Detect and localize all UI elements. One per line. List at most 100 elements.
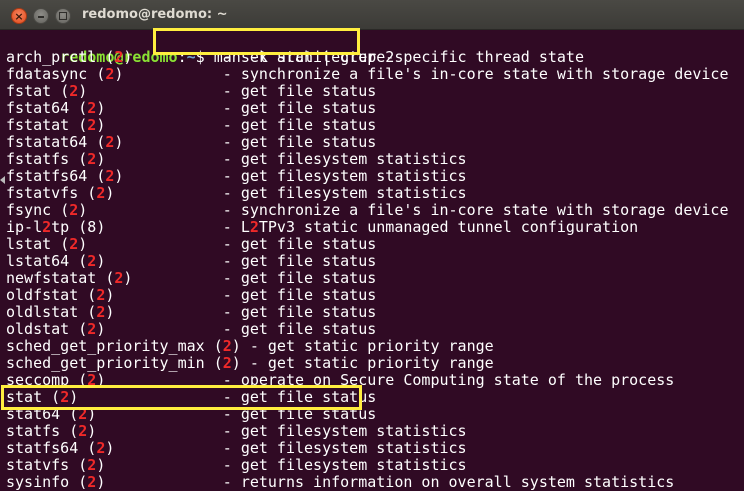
padding: - bbox=[87, 82, 241, 100]
padding: - bbox=[87, 235, 241, 253]
maximize-window-button[interactable] bbox=[55, 8, 71, 24]
manpage-description: get filesystem statistics bbox=[240, 422, 467, 440]
manpage-description: get file status bbox=[240, 320, 377, 338]
padding: - bbox=[105, 99, 241, 117]
manpage-description: get filesystem statistics bbox=[240, 439, 467, 457]
manpage-description: get static priority range bbox=[267, 354, 494, 372]
close-paren: ) bbox=[96, 99, 106, 117]
manpage-description: synchronize a file's in-core state with … bbox=[240, 201, 729, 219]
padding: - bbox=[240, 337, 268, 355]
output-line: statvfs (2) - get filesystem statistics bbox=[6, 457, 467, 474]
section-number: 2 bbox=[96, 184, 106, 202]
section-number: 2 bbox=[96, 286, 106, 304]
open-paren: ( bbox=[60, 82, 70, 100]
section-number: 2 bbox=[96, 303, 106, 321]
output-line: fstatvfs (2) - get filesystem statistics bbox=[6, 185, 467, 202]
open-paren: ( bbox=[96, 65, 106, 83]
manpage-description: get filesystem statistics bbox=[240, 167, 467, 185]
manpage-name: lstat bbox=[6, 235, 52, 253]
output-line: oldstat (2) - get file status bbox=[6, 321, 376, 338]
section-number: 2 bbox=[60, 388, 70, 406]
padding: - bbox=[240, 354, 268, 372]
manpage-name: fdatasync bbox=[6, 65, 88, 83]
manpage-description: get static priority range bbox=[267, 337, 494, 355]
manpage-description: get filesystem statistics bbox=[240, 456, 467, 474]
padding: - bbox=[105, 150, 241, 168]
scroll-marker-icon bbox=[0, 176, 5, 184]
output-line: stat (2) - get file status bbox=[6, 389, 376, 406]
manpage-name: sysinfo bbox=[6, 473, 70, 491]
output-line: fstatfs64 (2) - get filesystem statistic… bbox=[6, 168, 467, 185]
close-window-button[interactable]: × bbox=[11, 8, 27, 24]
section-number: 2 bbox=[78, 422, 88, 440]
open-paren: ( bbox=[78, 116, 88, 134]
manpage-description: get file status bbox=[240, 269, 377, 287]
manpage-name: fstatvfs bbox=[6, 184, 79, 202]
padding: - bbox=[114, 303, 241, 321]
manpage-name-part: tp bbox=[51, 218, 70, 236]
manpage-description: get file status bbox=[240, 82, 377, 100]
manpage-description: get file status bbox=[240, 116, 377, 134]
manpage-name: fstatat64 bbox=[6, 133, 88, 151]
open-paren: ( bbox=[78, 218, 88, 236]
manpage-description: get file status bbox=[240, 303, 377, 321]
manpage-name: statfs bbox=[6, 422, 61, 440]
padding: - bbox=[87, 201, 241, 219]
close-paren: ) bbox=[96, 371, 106, 389]
section-number: 2 bbox=[87, 320, 97, 338]
title-bar[interactable]: × redomo@redomo: ~ bbox=[0, 0, 744, 30]
output-line: fstatat (2) - get file status bbox=[6, 117, 376, 134]
close-paren: ) bbox=[96, 218, 106, 236]
manpage-description: operate on Secure Computing state of the… bbox=[240, 371, 675, 389]
output-line: lstat64 (2) - get file status bbox=[6, 253, 376, 270]
output-line: sched_get_priority_max (2) - get static … bbox=[6, 338, 494, 355]
manpage-name: statvfs bbox=[6, 456, 70, 474]
terminal-output[interactable]: redomo@redomo:~$ man -k stat | grep 2 ar… bbox=[0, 30, 744, 491]
manpage-name: fstatfs64 bbox=[6, 167, 88, 185]
padding: - bbox=[114, 286, 241, 304]
open-paren: ( bbox=[78, 456, 88, 474]
output-line: stat64 (2) - get file status bbox=[6, 406, 376, 423]
close-paren: ) bbox=[78, 235, 88, 253]
padding: - bbox=[123, 167, 241, 185]
padding: - bbox=[105, 116, 241, 134]
section-number: 2 bbox=[69, 235, 79, 253]
output-line: oldlstat (2) - get file status bbox=[6, 304, 376, 321]
padding: - bbox=[105, 218, 241, 236]
minimize-window-button[interactable] bbox=[33, 8, 49, 24]
manpage-name: oldfstat bbox=[6, 286, 79, 304]
section-number: 2 bbox=[87, 371, 97, 389]
open-paren: ( bbox=[96, 133, 106, 151]
close-paren: ) bbox=[78, 82, 88, 100]
open-paren: ( bbox=[87, 303, 97, 321]
manpage-description-part: L bbox=[240, 218, 250, 236]
open-paren: ( bbox=[213, 337, 223, 355]
open-paren: ( bbox=[87, 439, 97, 457]
output-line: ip-l2tp (8) - L2TPv3 static unmanaged tu… bbox=[6, 219, 638, 236]
section-number: 2 bbox=[222, 354, 232, 372]
manpage-description: synchronize a file's in-core state with … bbox=[240, 65, 729, 83]
output-line: fstatat64 (2) - get file status bbox=[6, 134, 376, 151]
section-number: 2 bbox=[78, 405, 88, 423]
padding: - bbox=[105, 456, 241, 474]
open-paren: ( bbox=[78, 99, 88, 117]
section-number: 2 bbox=[96, 439, 106, 457]
manpage-description: get file status bbox=[240, 388, 377, 406]
close-paren: ) bbox=[231, 337, 241, 355]
padding: - bbox=[105, 371, 241, 389]
manpage-description: returns information on overall system st… bbox=[240, 473, 675, 491]
output-line: fdatasync (2) - synchronize a file's in-… bbox=[6, 66, 728, 83]
section-number: 2 bbox=[87, 456, 97, 474]
open-paren: ( bbox=[213, 354, 223, 372]
